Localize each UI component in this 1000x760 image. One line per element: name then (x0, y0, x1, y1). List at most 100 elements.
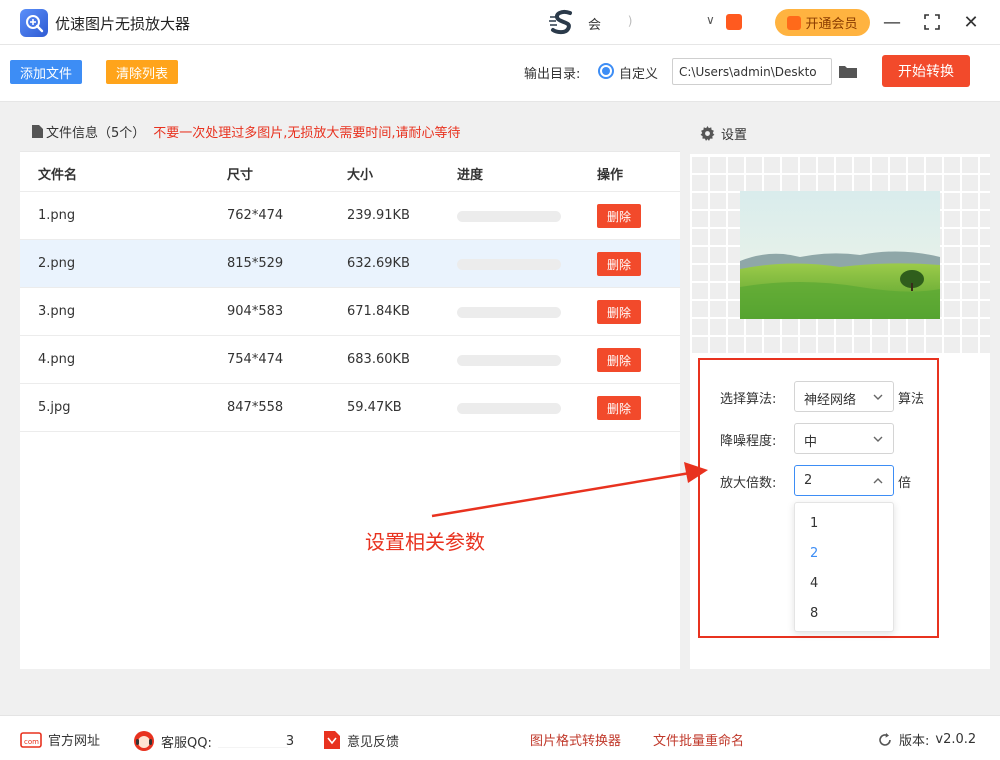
scale-option[interactable]: 1 (810, 516, 818, 531)
file-name: 1.png (38, 208, 76, 223)
vip-button-label: 开通会员 (805, 17, 858, 32)
delete-button[interactable]: 删除 (597, 204, 641, 228)
file-name: 3.png (38, 304, 76, 319)
algorithm-label: 选择算法: (720, 392, 777, 407)
chevron-up-icon (873, 478, 883, 484)
user-avatar-icon[interactable] (548, 8, 578, 36)
clear-list-button[interactable]: 清除列表 (106, 60, 178, 84)
table-divider (20, 431, 680, 432)
qq-number-tail: 3 (285, 733, 295, 749)
denoise-label: 降噪程度: (720, 434, 777, 449)
settings-panel: 设置 选择算法: 神经网络 算法 降噪程度: 中 放大倍数: 2 倍 1 2 4… (690, 112, 990, 669)
file-dimensions: 904*583 (227, 304, 284, 319)
qq-number-masked (217, 734, 288, 748)
progress-bar (457, 259, 561, 270)
batch-rename-link[interactable]: 文件批量重命名 (653, 730, 744, 749)
settings-header: 设置 (690, 112, 990, 154)
vip-badge-icon (726, 14, 742, 30)
vip-icon (787, 15, 802, 30)
chevron-down-icon[interactable]: ∨ (706, 13, 715, 27)
minimize-button[interactable]: — (878, 8, 906, 36)
scale-select[interactable]: 2 (794, 465, 894, 496)
version-value: v2.0.2 (935, 732, 977, 747)
support-qq-label: 客服QQ: (161, 735, 212, 751)
version-label: 版本: (899, 734, 930, 749)
chevron-down-icon (873, 394, 883, 400)
scale-label: 放大倍数: (720, 476, 777, 491)
preview-image (740, 191, 940, 319)
scale-option-selected[interactable]: 2 (810, 546, 818, 561)
file-panel-header: 文件信息（5个） 不要一次处理过多图片,无损放大需要时间,请耐心等待 (20, 112, 680, 152)
format-converter-link[interactable]: 图片格式转换器 (530, 730, 621, 749)
delete-button[interactable]: 删除 (597, 252, 641, 276)
feedback-label: 意见反馈 (347, 734, 400, 750)
website-link[interactable]: com 官方网址 (20, 730, 100, 749)
custom-radio-label[interactable]: 自定义 (619, 63, 658, 82)
support-qq[interactable]: 客服QQ: 3 (133, 730, 294, 752)
column-header-dimensions: 尺寸 (227, 168, 254, 183)
file-dimensions: 754*474 (227, 352, 284, 367)
settings-title: 设置 (721, 127, 748, 143)
column-header-size: 大小 (347, 168, 374, 183)
support-avatar-icon (134, 731, 154, 751)
user-name-masked: ) (604, 14, 634, 28)
feedback-link[interactable]: 意见反馈 (323, 730, 399, 750)
file-name: 5.jpg (38, 400, 71, 415)
start-convert-button[interactable]: 开始转换 (882, 55, 970, 87)
app-title: 优速图片无损放大器 (55, 15, 191, 33)
custom-radio[interactable] (598, 63, 614, 79)
refresh-icon[interactable] (877, 732, 893, 748)
footer: com 官方网址 客服QQ: 3 意见反馈 图片格式转换器 文件批量重命名 版本… (0, 715, 1000, 760)
column-header-progress: 进度 (457, 168, 484, 183)
delete-button[interactable]: 删除 (597, 396, 641, 420)
chevron-down-icon (873, 436, 883, 442)
version-info: 版本: v2.0.2 (877, 730, 976, 749)
annotation-text: 设置相关参数 (365, 530, 485, 554)
scale-option[interactable]: 4 (810, 576, 818, 591)
scale-option[interactable]: 8 (810, 606, 818, 621)
file-dimensions: 815*529 (227, 256, 284, 271)
gear-icon (700, 125, 715, 141)
file-dimensions: 762*474 (227, 208, 284, 223)
folder-icon[interactable] (838, 63, 858, 79)
table-row[interactable]: 3.png 904*583 671.84KB 删除 (20, 287, 680, 335)
document-icon (32, 125, 43, 138)
algorithm-value: 神经网络 (804, 393, 857, 408)
scale-suffix: 倍 (898, 476, 912, 491)
denoise-select[interactable]: 中 (794, 423, 894, 454)
table-row[interactable]: 5.jpg 847*558 59.47KB 删除 (20, 383, 680, 431)
scale-value: 2 (804, 473, 813, 488)
vip-button[interactable]: 开通会员 (775, 9, 870, 36)
progress-bar (457, 307, 561, 318)
maximize-icon (924, 14, 940, 30)
delete-button[interactable]: 删除 (597, 300, 641, 324)
output-dir-label: 输出目录: (524, 67, 581, 82)
file-dimensions: 847*558 (227, 400, 284, 415)
progress-bar (457, 403, 561, 414)
file-size: 632.69KB (347, 256, 410, 271)
output-path-input[interactable] (672, 58, 832, 85)
file-info-warning: 不要一次处理过多图片,无损放大需要时间,请耐心等待 (153, 126, 461, 141)
toolbar: 添加文件 清除列表 输出目录: 自定义 开始转换 (0, 45, 1000, 102)
file-name: 4.png (38, 352, 76, 367)
user-name[interactable]: 会 (588, 14, 601, 33)
scale-dropdown: 1 2 4 8 (794, 502, 894, 632)
app-logo-icon (20, 9, 48, 37)
table-row[interactable]: 4.png 754*474 683.60KB 删除 (20, 335, 680, 383)
table-row[interactable]: 2.png 815*529 632.69KB 删除 (20, 239, 680, 287)
column-header-name: 文件名 (38, 168, 78, 183)
file-info-title: 文件信息（5个） (46, 126, 146, 141)
add-files-button[interactable]: 添加文件 (10, 60, 82, 84)
file-panel: 文件信息（5个） 不要一次处理过多图片,无损放大需要时间,请耐心等待 文件名 尺… (20, 112, 680, 669)
file-size: 59.47KB (347, 400, 402, 415)
algorithm-select[interactable]: 神经网络 (794, 381, 894, 412)
file-size: 671.84KB (347, 304, 410, 319)
delete-button[interactable]: 删除 (597, 348, 641, 372)
progress-bar (457, 211, 561, 222)
website-icon: com (20, 731, 42, 748)
progress-bar (457, 355, 561, 366)
maximize-button[interactable] (918, 8, 946, 36)
file-size: 683.60KB (347, 352, 410, 367)
table-row[interactable]: 1.png 762*474 239.91KB 删除 (20, 191, 680, 239)
close-button[interactable]: ✕ (957, 8, 985, 36)
